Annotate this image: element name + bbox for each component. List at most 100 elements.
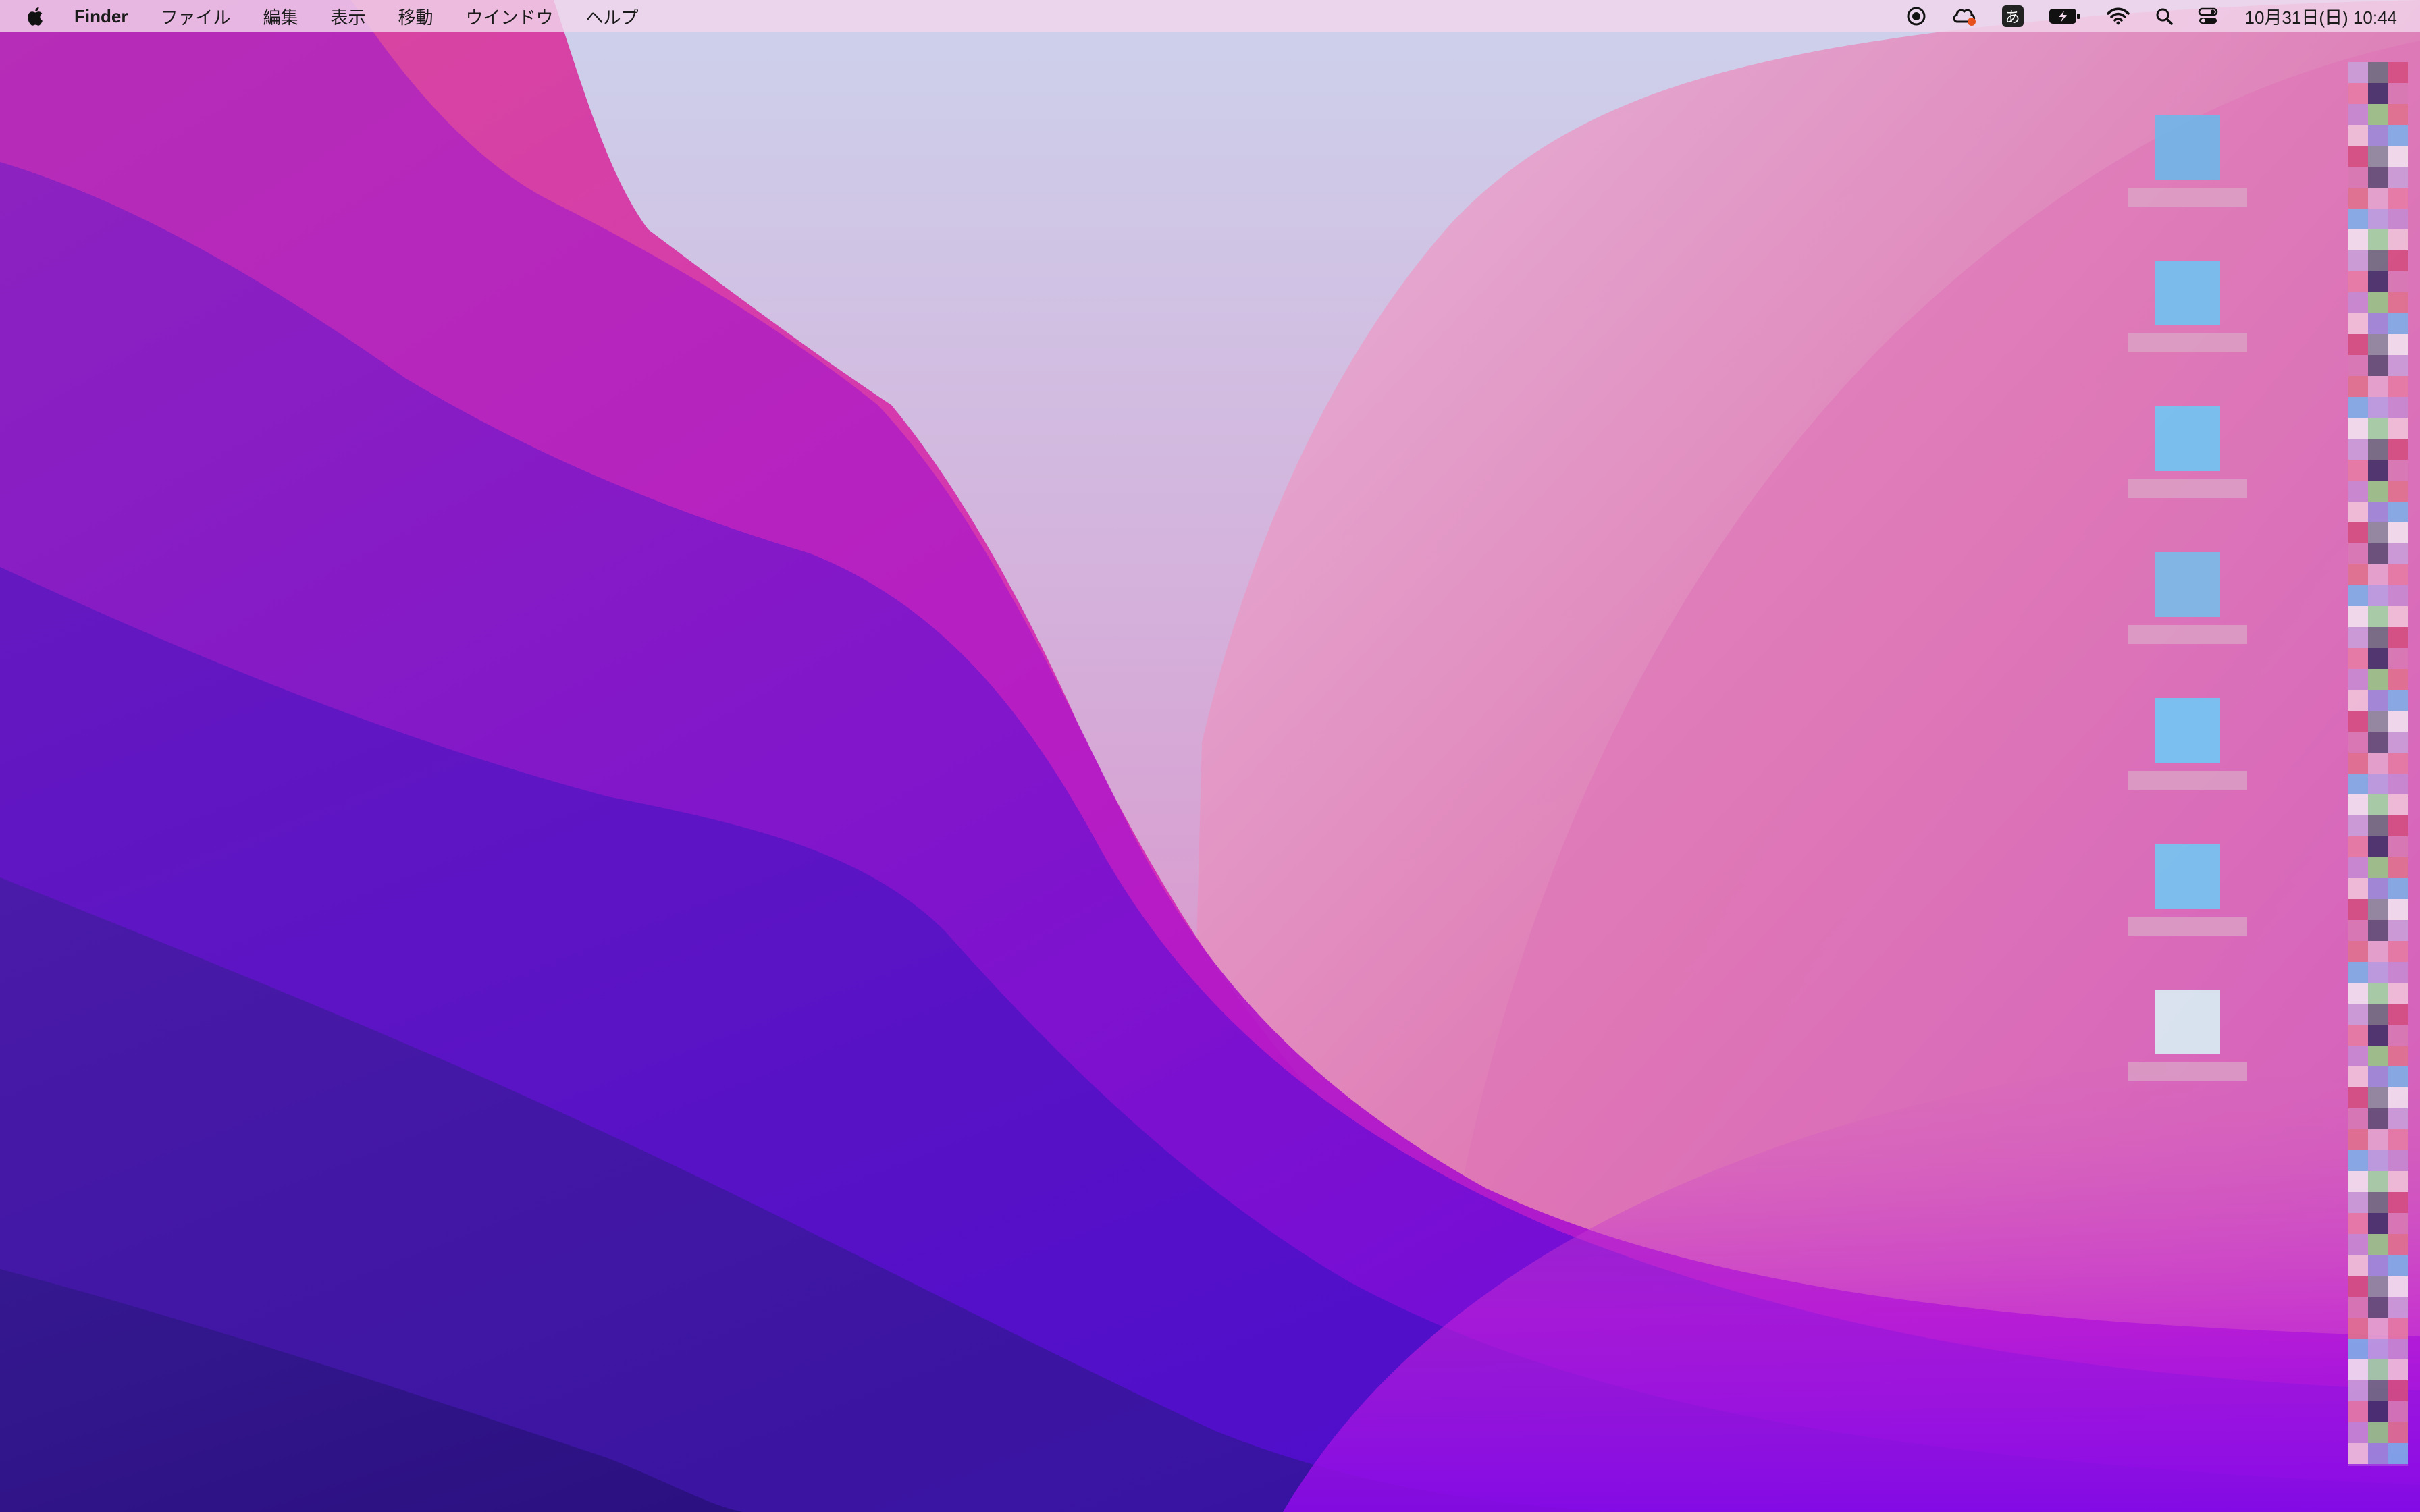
dock-pixel	[2368, 774, 2388, 794]
dock-pixel	[2348, 292, 2369, 313]
dock-pixel	[2348, 104, 2369, 125]
dock-pixel	[2348, 418, 2369, 439]
dock-pixel	[2348, 1443, 2369, 1464]
battery-icon[interactable]	[2036, 0, 2094, 32]
dock-pixel	[2368, 732, 2388, 753]
desktop-file-label	[2128, 771, 2247, 790]
dock-pixel	[2388, 1276, 2408, 1297]
dock-pixel	[2388, 271, 2408, 292]
dock-pixel	[2348, 962, 2369, 983]
dock-pixel	[2368, 1297, 2388, 1318]
dock-pixel	[2388, 1422, 2408, 1443]
dock-pixel	[2388, 230, 2408, 250]
dock-pixel	[2368, 899, 2388, 920]
creative-cloud-icon[interactable]	[1939, 0, 1990, 32]
menu-view[interactable]: 表示	[314, 0, 382, 32]
dock-pixel	[2348, 983, 2369, 1004]
file-icon	[2155, 552, 2220, 617]
dock-pixel	[2348, 794, 2369, 815]
dock-pixel	[2388, 1318, 2408, 1339]
dock-pixel	[2348, 167, 2369, 188]
desktop-file-6[interactable]	[2120, 844, 2255, 959]
dock-pixel	[2388, 669, 2408, 690]
desktop-file-4[interactable]	[2120, 552, 2255, 667]
dock-pixel	[2388, 1380, 2408, 1401]
menu-bar: Finder ファイル 編集 表示 移動 ウインドウ ヘルプ あ 10月31日(…	[0, 0, 2420, 32]
dock-pixel	[2348, 376, 2369, 397]
dock-pixel	[2348, 313, 2369, 334]
dock-pixel	[2348, 585, 2369, 606]
dock-pixel	[2348, 1087, 2369, 1108]
desktop-file-5[interactable]	[2120, 698, 2255, 813]
dock-pixel	[2368, 481, 2388, 502]
dock-pixel	[2388, 543, 2408, 564]
dock-pixel	[2368, 1443, 2388, 1464]
menu-window[interactable]: ウインドウ	[450, 0, 570, 32]
dock-pixel	[2348, 1046, 2369, 1066]
menu-bar-right: あ 10月31日(日) 10:44	[1894, 0, 2420, 32]
dock-pixel	[2388, 711, 2408, 732]
dock-pixel	[2388, 1066, 2408, 1087]
dock-pixel	[2388, 774, 2408, 794]
dock-pixel	[2368, 836, 2388, 857]
apple-logo-icon[interactable]	[24, 5, 45, 28]
dock-pixel	[2368, 502, 2388, 522]
desktop-file-label	[2128, 1062, 2247, 1081]
dock-pixel	[2388, 250, 2408, 271]
desktop-file-1[interactable]	[2120, 115, 2255, 230]
input-method-icon[interactable]: あ	[1990, 0, 2036, 32]
dock-pixel	[2348, 439, 2369, 460]
dock-pixel	[2368, 1108, 2388, 1129]
menu-app-name[interactable]: Finder	[74, 0, 144, 32]
dock-pixel	[2388, 481, 2408, 502]
dock-pixel	[2348, 502, 2369, 522]
dock-pixel	[2368, 1339, 2388, 1359]
dock-pixel	[2368, 627, 2388, 648]
dock-pixel	[2348, 1066, 2369, 1087]
desktop-file-label	[2128, 479, 2247, 498]
dock-pixel	[2368, 271, 2388, 292]
control-center-icon[interactable]	[2186, 0, 2230, 32]
dock-pixel	[2388, 878, 2408, 899]
record-icon[interactable]	[1894, 0, 1939, 32]
dock-pixel	[2388, 62, 2408, 83]
spotlight-search-icon[interactable]	[2142, 0, 2186, 32]
dock-pixel	[2368, 690, 2388, 711]
menu-clock[interactable]: 10月31日(日) 10:44	[2230, 4, 2397, 29]
dock-pixel	[2368, 1025, 2388, 1046]
dock-pixel	[2388, 439, 2408, 460]
dock-pixel	[2368, 146, 2388, 167]
dock-pixel	[2388, 753, 2408, 774]
menu-edit[interactable]: 編集	[246, 0, 314, 32]
dock-strip[interactable]	[2348, 62, 2408, 1466]
dock-pixel	[2348, 62, 2369, 83]
desktop-file-7[interactable]	[2120, 990, 2255, 1104]
dock-pixel	[2348, 460, 2369, 481]
dock-pixel	[2368, 1066, 2388, 1087]
dock-pixel	[2368, 439, 2388, 460]
desktop-file-2[interactable]	[2120, 261, 2255, 375]
dock-pixel	[2368, 920, 2388, 941]
menu-go[interactable]: 移動	[382, 0, 450, 32]
dock-pixel	[2348, 230, 2369, 250]
file-icon	[2155, 990, 2220, 1054]
dock-pixel	[2348, 753, 2369, 774]
desktop[interactable]: Finder ファイル 編集 表示 移動 ウインドウ ヘルプ あ 10月31日(…	[0, 0, 2420, 1512]
dock-pixel	[2348, 146, 2369, 167]
dock-pixel	[2368, 292, 2388, 313]
file-icon	[2155, 261, 2220, 325]
desktop-file-3[interactable]	[2120, 406, 2255, 521]
wifi-icon[interactable]	[2094, 0, 2142, 32]
dock-pixel	[2368, 1359, 2388, 1380]
dock-pixel	[2368, 983, 2388, 1004]
menu-help[interactable]: ヘルプ	[570, 0, 655, 32]
dock-pixel	[2348, 857, 2369, 878]
dock-pixel	[2388, 146, 2408, 167]
dock-pixel	[2348, 271, 2369, 292]
dock-pixel	[2348, 836, 2369, 857]
dock-pixel	[2368, 62, 2388, 83]
dock-pixel	[2348, 397, 2369, 418]
dock-pixel	[2348, 209, 2369, 230]
dock-pixel	[2348, 1129, 2369, 1150]
menu-file[interactable]: ファイル	[144, 0, 246, 32]
